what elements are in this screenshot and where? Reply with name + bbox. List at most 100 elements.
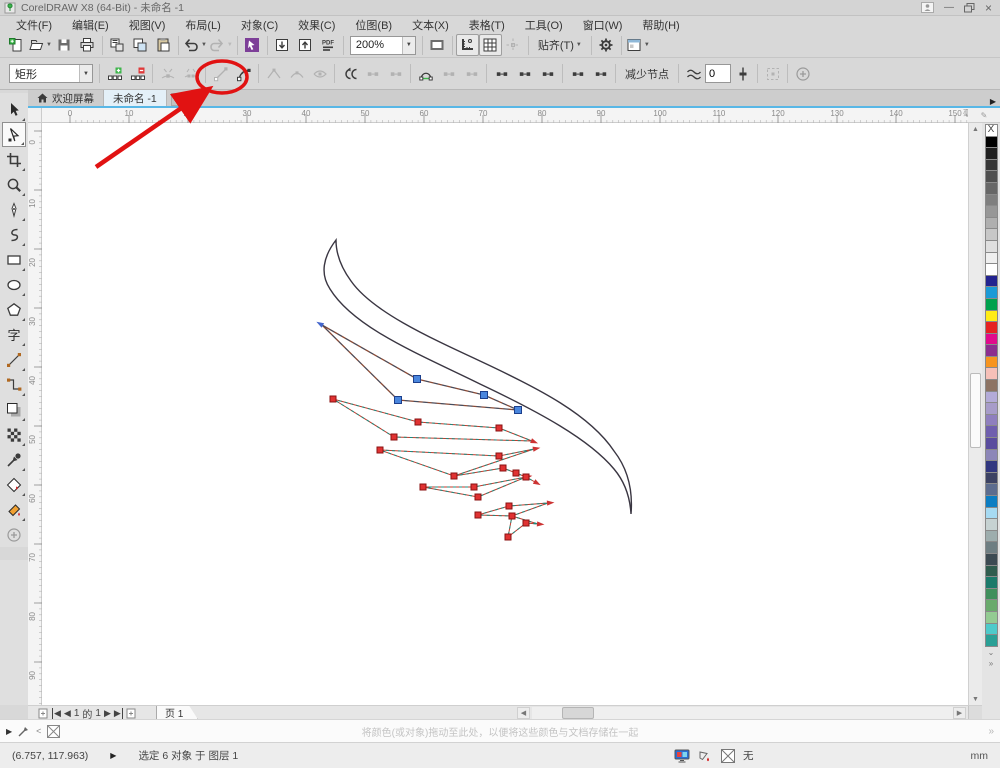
curve-node[interactable]	[522, 473, 530, 481]
application-launcher-button[interactable]: ▼	[625, 34, 651, 56]
zoom-level-combo[interactable]: 200% ▼	[349, 35, 416, 55]
status-flyout-icon[interactable]: ▶	[110, 751, 116, 760]
color-swatch-43[interactable]	[984, 634, 998, 647]
curve-node[interactable]	[376, 446, 384, 454]
menu-item-0[interactable]: 文件(F)	[6, 16, 62, 34]
tab-untitled-document[interactable]: 未命名 -1	[104, 90, 167, 106]
curve-node[interactable]	[495, 452, 503, 460]
curve-node[interactable]	[470, 483, 478, 491]
menu-item-8[interactable]: 表格(T)	[459, 16, 515, 34]
ellipse-tool[interactable]	[2, 272, 26, 297]
curve-node[interactable]	[474, 511, 482, 519]
outline-pen-tool[interactable]	[2, 472, 26, 497]
scroll-right-icon[interactable]: ▶	[953, 707, 966, 719]
horizontal-scrollbar[interactable]	[532, 707, 966, 719]
reflect-nodes-vertically-button[interactable]	[536, 63, 559, 85]
account-icon[interactable]	[920, 2, 934, 13]
smoothness-slider-button[interactable]	[731, 63, 754, 85]
export-button[interactable]	[294, 34, 317, 56]
save-button[interactable]	[53, 34, 76, 56]
full-screen-preview-button[interactable]	[426, 34, 449, 56]
curve-node[interactable]	[522, 519, 530, 527]
ruler-origin-corner[interactable]	[28, 108, 42, 123]
curve-node[interactable]	[450, 472, 458, 480]
curve-node[interactable]	[512, 469, 520, 477]
minimize-button[interactable]: —	[944, 2, 954, 13]
elastic-mode-button[interactable]	[566, 63, 589, 85]
palette-flyout-arrow-icon[interactable]: ▶	[990, 97, 1000, 106]
options-gear-button[interactable]	[595, 34, 618, 56]
add-page-after-icon[interactable]	[126, 708, 137, 719]
convert-to-line-button[interactable]	[209, 63, 232, 85]
page-1-tab[interactable]: 页 1	[156, 706, 198, 720]
selected-curve-node[interactable]	[514, 406, 522, 414]
crop-tool[interactable]	[2, 147, 26, 172]
restore-button[interactable]	[963, 2, 975, 13]
curve-node[interactable]	[505, 502, 513, 510]
scale-nodes-button[interactable]	[437, 63, 460, 85]
pick-tool[interactable]	[2, 97, 26, 122]
extend-curve-to-close-button[interactable]	[361, 63, 384, 85]
polygon-tool[interactable]	[2, 297, 26, 322]
vertical-scrollbar[interactable]: ▲ ▼	[968, 123, 982, 705]
curve-smoothness-button[interactable]	[682, 63, 705, 85]
menu-item-1[interactable]: 编辑(E)	[62, 16, 119, 34]
shape-preset-combo[interactable]: 矩形 ▼	[9, 64, 93, 83]
more-tools[interactable]	[2, 522, 26, 547]
interactive-fill-tool[interactable]	[2, 497, 26, 522]
smooth-node-button[interactable]	[285, 63, 308, 85]
copy-button[interactable]	[129, 34, 152, 56]
first-page-button[interactable]: ◀	[52, 707, 61, 719]
tab-welcome-screen[interactable]: 欢迎屏幕	[28, 90, 104, 106]
dimension-tool[interactable]	[2, 347, 26, 372]
reflect-nodes-horizontally-button[interactable]	[513, 63, 536, 85]
snap-to-button[interactable]: 贴齐(T) ▼	[532, 34, 588, 56]
selected-curve-node[interactable]	[413, 375, 421, 383]
menu-item-5[interactable]: 效果(C)	[288, 16, 345, 34]
paste-button[interactable]	[152, 34, 175, 56]
reverse-direction-button[interactable]	[338, 63, 361, 85]
cusp-node-button[interactable]	[262, 63, 285, 85]
cut-button[interactable]	[106, 34, 129, 56]
open-button[interactable]: ▼	[27, 34, 53, 56]
menu-item-9[interactable]: 工具(O)	[515, 16, 573, 34]
palette-expand-icon[interactable]: »	[989, 658, 993, 669]
delete-node-button[interactable]	[126, 63, 149, 85]
menu-item-10[interactable]: 窗口(W)	[573, 16, 633, 34]
menu-item-6[interactable]: 位图(B)	[345, 16, 402, 34]
close-button[interactable]: ×	[985, 1, 992, 15]
rotate-nodes-button[interactable]	[460, 63, 483, 85]
align-nodes-button[interactable]	[490, 63, 513, 85]
print-button[interactable]	[76, 34, 99, 56]
transparency-tool[interactable]	[2, 422, 26, 447]
menu-item-11[interactable]: 帮助(H)	[632, 16, 689, 34]
selected-curve-node[interactable]	[480, 391, 488, 399]
curve-node[interactable]	[329, 395, 337, 403]
symmetrical-node-button[interactable]	[308, 63, 331, 85]
horizontal-ruler[interactable]: 0102030405060708090100110120130140150毫米	[42, 108, 979, 123]
shape-preset-dropdown-icon[interactable]: ▼	[79, 65, 92, 82]
scrollbar-corner-grip[interactable]	[968, 706, 982, 720]
ruler-options-icon[interactable]: ✎	[968, 108, 1000, 123]
show-guidelines-button[interactable]	[502, 34, 525, 56]
redo-button[interactable]: ▼	[208, 34, 234, 56]
curve-object[interactable]	[379, 448, 535, 477]
previous-page-button[interactable]: ◀	[64, 708, 71, 719]
curve-object[interactable]	[332, 398, 533, 442]
scroll-up-icon[interactable]: ▲	[969, 123, 982, 135]
curve-node[interactable]	[508, 512, 516, 520]
vertical-scrollbar-thumb[interactable]	[970, 373, 981, 448]
next-page-button[interactable]: ▶	[104, 708, 111, 719]
curve-node[interactable]	[419, 483, 427, 491]
convert-to-curve-button[interactable]	[232, 63, 255, 85]
select-all-nodes-button[interactable]	[589, 63, 612, 85]
new-document-tab-button[interactable]: +	[170, 93, 187, 106]
menu-item-3[interactable]: 布局(L)	[175, 16, 230, 34]
outline-none-icon[interactable]	[720, 748, 736, 764]
close-curve-button[interactable]	[414, 63, 437, 85]
break-nodes-button[interactable]	[179, 63, 202, 85]
horizontal-scrollbar-thumb[interactable]	[562, 707, 594, 719]
freehand-tool[interactable]	[2, 197, 26, 222]
drop-shadow-tool[interactable]	[2, 397, 26, 422]
scroll-left-icon[interactable]: ◀	[517, 707, 530, 719]
